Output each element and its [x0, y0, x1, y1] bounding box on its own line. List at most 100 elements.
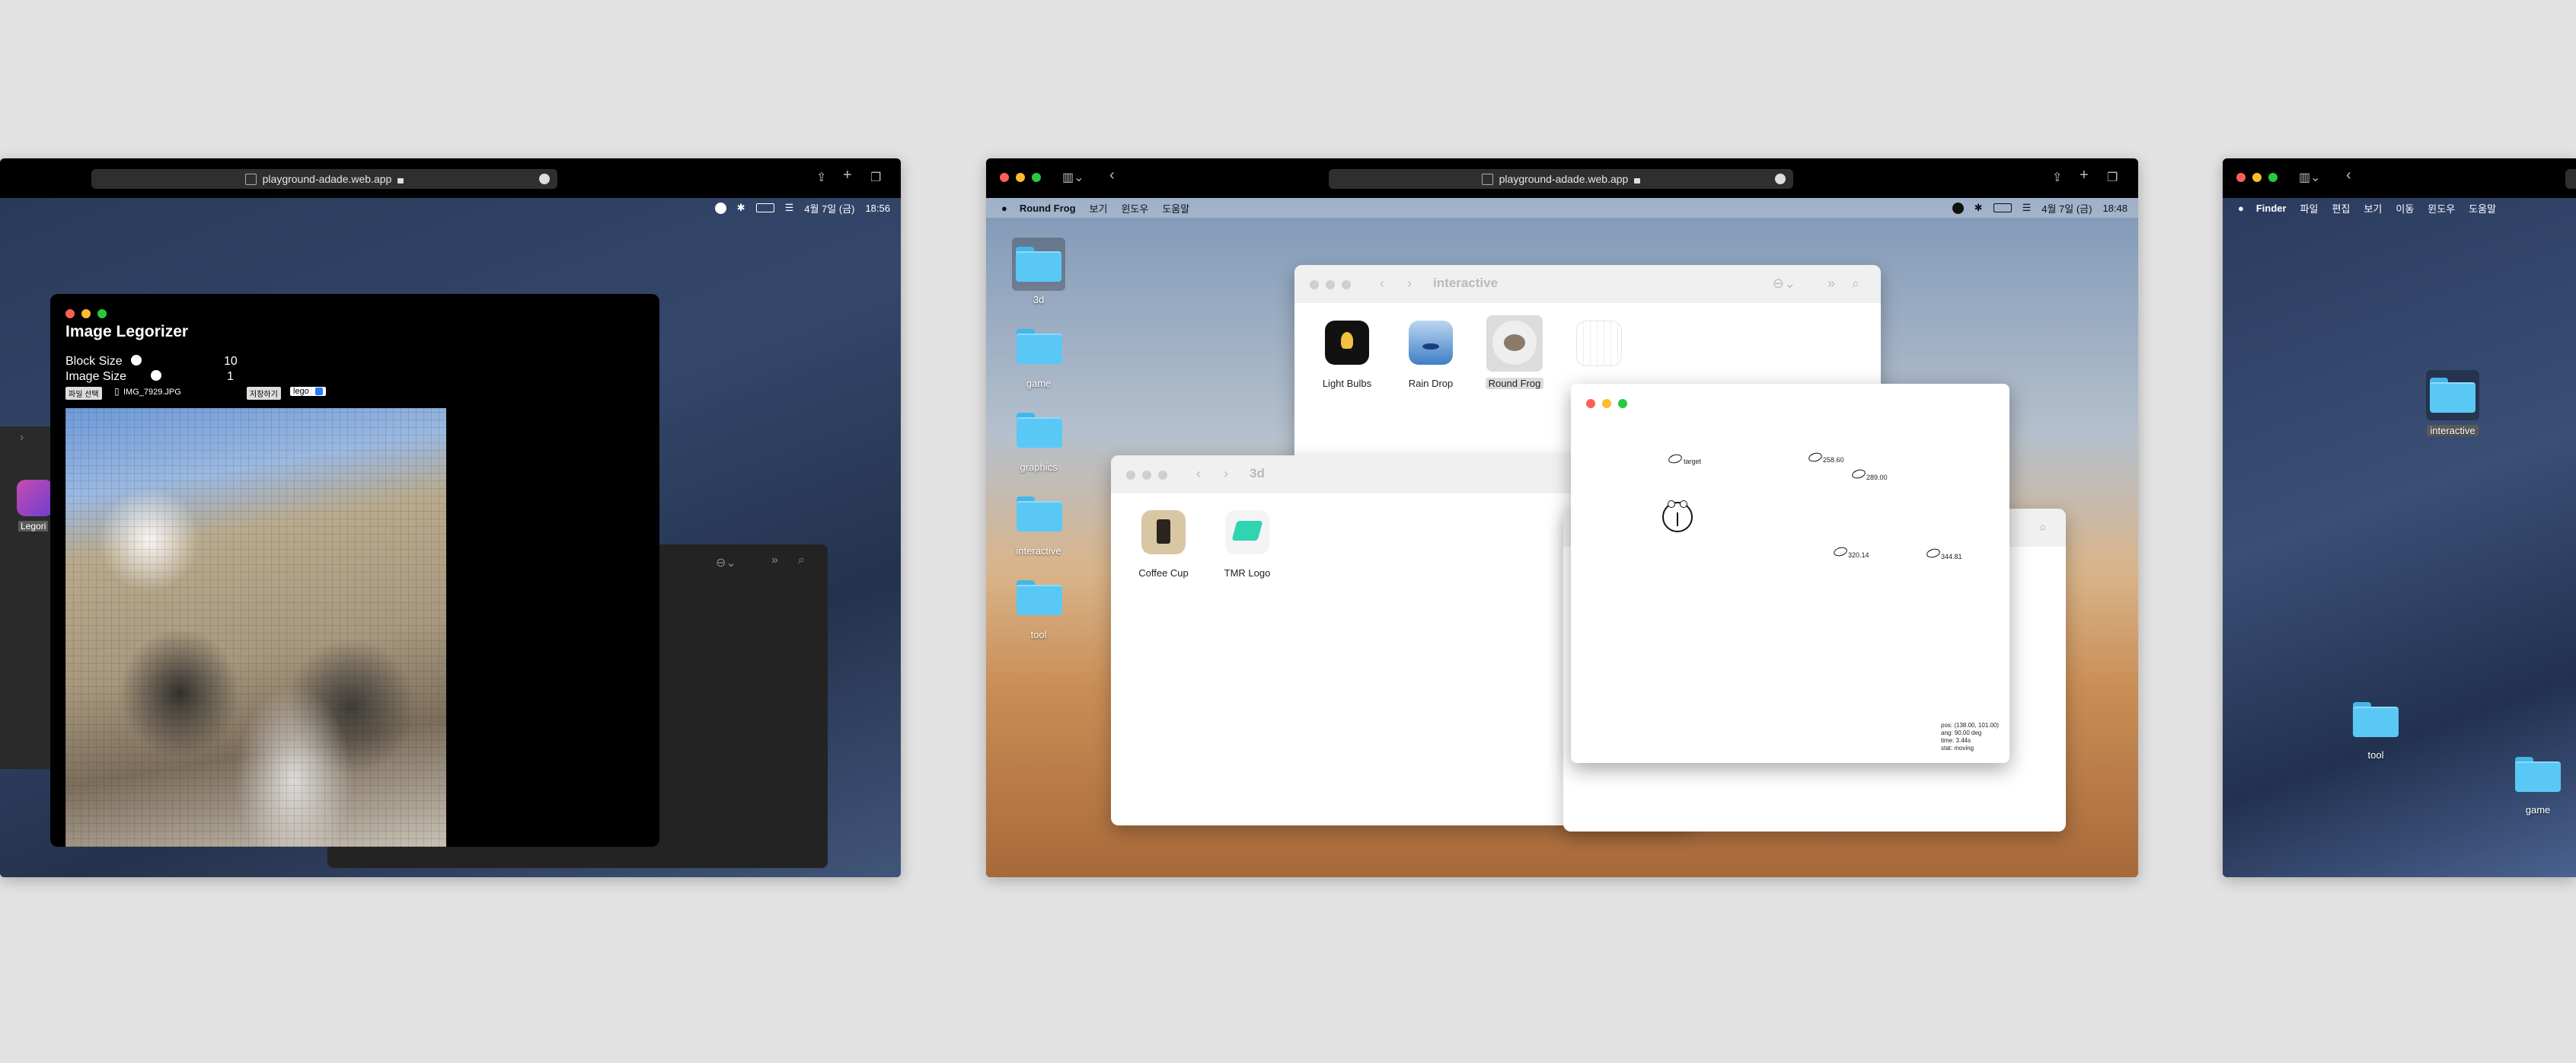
desktop-folder-game[interactable]: [1017, 329, 1062, 364]
right-browser-window: ▥⌄ ‹ ● Finder 파일 편집 보기 이동 윈도우 도움말 intera…: [2223, 158, 2576, 877]
control-center-icon: ☰: [784, 202, 794, 213]
minimize-button[interactable]: [1326, 280, 1335, 289]
status-ang: ang: 90.00 deg: [1941, 729, 1982, 736]
new-tab-icon[interactable]: +: [843, 168, 852, 183]
address-bar[interactable]: playground-adade.web.app: [1329, 169, 1793, 189]
apple-menu-icon[interactable]: ●: [2238, 203, 2244, 214]
desktop-folder-graphics[interactable]: [1017, 413, 1062, 448]
minimize-button[interactable]: [1016, 173, 1025, 182]
minimize-button[interactable]: [81, 309, 91, 318]
more-options-icon[interactable]: ⊖⌄: [1773, 276, 1796, 292]
new-tab-icon[interactable]: +: [2080, 168, 2089, 183]
hidden-app-icon[interactable]: [1576, 321, 1622, 366]
menu-bar: ● Finder 파일 편집 보기 이동 윈도우 도움말: [2223, 198, 2576, 218]
more-icon[interactable]: [539, 174, 550, 184]
apple-menu-icon[interactable]: ●: [1001, 203, 1007, 214]
zoom-button[interactable]: [1342, 280, 1351, 289]
close-button[interactable]: [1000, 173, 1009, 182]
style-select[interactable]: lego: [290, 387, 326, 396]
close-button[interactable]: [65, 309, 75, 318]
user-icon: [714, 202, 726, 214]
legorizer-app-icon[interactable]: [17, 480, 53, 516]
save-button[interactable]: 저장하기: [247, 387, 281, 400]
chevron-double-icon[interactable]: »: [771, 554, 778, 567]
menu-item-window[interactable]: 윈도우: [2428, 201, 2455, 215]
choose-file-button[interactable]: 파일 선택: [65, 387, 102, 400]
share-icon[interactable]: ⇪: [2052, 172, 2062, 184]
sidebar-icon[interactable]: ▥⌄: [1062, 172, 1084, 184]
close-button[interactable]: [1126, 471, 1135, 480]
zoom-button[interactable]: [2268, 173, 2278, 182]
search-icon[interactable]: ⌕: [1852, 276, 1859, 292]
menu-item-window[interactable]: 윈도우: [1121, 201, 1148, 215]
menu-item-view[interactable]: 보기: [1090, 201, 1108, 215]
menu-item-help[interactable]: 도움말: [2469, 201, 2496, 215]
desktop-folder-interactive[interactable]: [1017, 496, 1062, 532]
forward-icon[interactable]: ›: [1407, 276, 1412, 292]
desktop-folder-3d[interactable]: [1012, 238, 1065, 291]
frog-status-readout: pos: (138.00, 101.00) ang: 90.00 deg tim…: [1941, 722, 1999, 752]
center-desktop: ● Round Frog 보기 윈도우 도움말 ✱ ☰ 4월 7일 (금) 18…: [986, 198, 2138, 877]
tabs-overview-icon[interactable]: ❐: [870, 172, 881, 184]
menu-item-go[interactable]: 이동: [2396, 201, 2414, 215]
coffee-cup-app-icon[interactable]: [1141, 510, 1186, 554]
image-size-slider[interactable]: [151, 370, 161, 381]
back-icon[interactable]: ‹: [1109, 168, 1115, 183]
url-text: playground-adade.web.app: [262, 173, 392, 185]
forward-icon[interactable]: ›: [1224, 466, 1228, 482]
back-icon[interactable]: ‹: [2346, 168, 2351, 183]
window-controls: [65, 309, 107, 318]
zoom-button[interactable]: [1158, 471, 1167, 480]
back-icon[interactable]: ‹: [1380, 276, 1384, 292]
minimize-button[interactable]: [2252, 173, 2262, 182]
round-frog-app-icon[interactable]: [1492, 321, 1537, 365]
image-size-label: Image Size: [65, 370, 127, 383]
address-bar-partial[interactable]: [2565, 169, 2576, 189]
desktop-folder-tool[interactable]: [2353, 702, 2399, 737]
minimize-button[interactable]: [1602, 399, 1611, 408]
address-bar[interactable]: playground-adade.web.app: [91, 169, 557, 189]
share-icon[interactable]: ⇪: [816, 172, 826, 184]
zoom-button[interactable]: [97, 309, 107, 318]
close-button[interactable]: [1586, 399, 1595, 408]
desktop-folder-game[interactable]: [2515, 757, 2561, 792]
cup-icon: [1157, 519, 1170, 544]
menu-item-file[interactable]: 파일: [2300, 201, 2319, 215]
legorizer-app-label: Legori: [18, 521, 49, 532]
close-button[interactable]: [1310, 280, 1319, 289]
zoom-button[interactable]: [1618, 399, 1627, 408]
menu-item-help[interactable]: 도움말: [1162, 201, 1189, 215]
menu-app-name[interactable]: Round Frog: [1020, 203, 1076, 214]
minimize-button[interactable]: [1142, 471, 1151, 480]
light-bulbs-app-icon[interactable]: [1325, 321, 1369, 365]
more-options-icon[interactable]: ⊖⌄: [716, 555, 736, 570]
rain-drop-app-icon[interactable]: [1409, 321, 1453, 365]
status-stat: stat: moving: [1941, 745, 1974, 752]
image-legorizer-window: Image Legorizer Block Size 10 Image Size…: [50, 294, 659, 847]
menu-app-name[interactable]: Finder: [2256, 203, 2287, 214]
chevron-double-icon[interactable]: »: [1827, 276, 1835, 292]
block-size-slider[interactable]: [131, 355, 142, 366]
desktop-folder-tool[interactable]: [1017, 580, 1062, 615]
bug-label-3: 320.14: [1848, 551, 1869, 559]
tmr-logo-icon: [1231, 521, 1263, 541]
status-time: time: 3.44s: [1941, 737, 1971, 744]
round-frog-label-text: Round Frog: [1485, 378, 1544, 389]
folder-label-interactive: interactive: [1016, 545, 1061, 557]
close-button[interactable]: [2236, 173, 2246, 182]
target-marker: [1667, 452, 1684, 465]
tabs-overview-icon[interactable]: ❐: [2107, 172, 2118, 184]
more-icon[interactable]: [1775, 174, 1786, 184]
desktop-folder-interactive[interactable]: [2426, 370, 2479, 420]
sidebar-icon[interactable]: ▥⌄: [2299, 172, 2321, 184]
search-icon[interactable]: ⌕: [2039, 519, 2047, 535]
search-icon[interactable]: ⌕: [798, 554, 805, 567]
zoom-button[interactable]: [1032, 173, 1041, 182]
menu-item-edit[interactable]: 편집: [2332, 201, 2351, 215]
battery-icon: [1993, 203, 2012, 212]
back-icon[interactable]: ‹: [1196, 466, 1201, 482]
menu-item-view[interactable]: 보기: [2364, 201, 2382, 215]
frog-eye-icon: [1668, 500, 1675, 508]
frog-canvas[interactable]: target 258.60 289.00 320.14 344.81 pos: …: [1571, 414, 2009, 763]
tmr-logo-app-icon[interactable]: [1225, 510, 1269, 554]
